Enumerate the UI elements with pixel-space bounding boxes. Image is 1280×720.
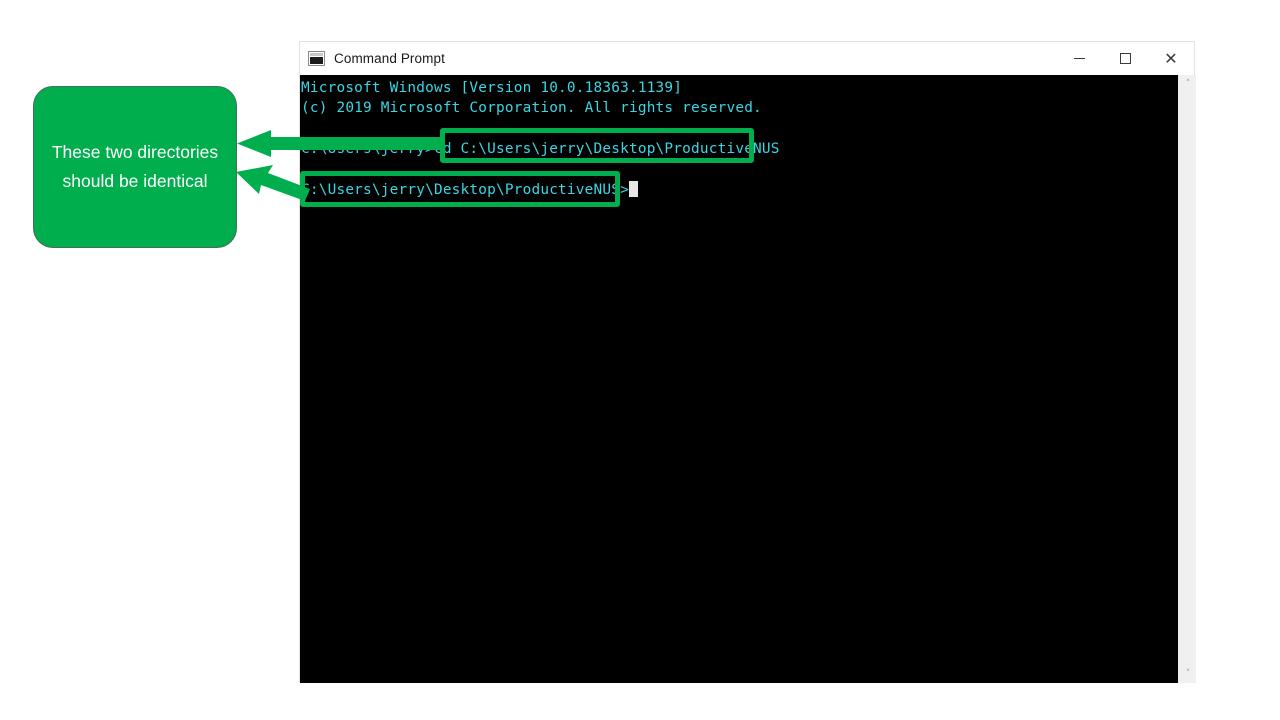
window-title: Command Prompt [334,51,445,66]
screenshot-canvas: Command Prompt ✕ Microsoft Windows [Vers… [0,0,1280,720]
close-glyph: ✕ [1164,49,1178,68]
console-scrollbar[interactable]: ˄ ˅ [1178,75,1196,683]
maximize-button[interactable] [1102,42,1148,75]
minimize-button[interactable] [1056,42,1102,75]
window-controls: ✕ [1056,42,1194,75]
annotation-callout-text: These two directories should be identica… [51,142,219,191]
console-output[interactable]: Microsoft Windows [Version 10.0.18363.11… [300,75,1178,683]
scroll-up-icon[interactable]: ˄ [1179,75,1197,93]
block-cursor [628,181,638,198]
highlight-box-command-path [440,128,754,163]
cmd-console-icon [308,51,325,66]
console-line: Microsoft Windows [Version 10.0.18363.11… [301,80,683,96]
close-icon[interactable]: ✕ [1148,42,1194,75]
scroll-down-icon[interactable]: ˅ [1179,665,1197,683]
console-line: (c) 2019 Microsoft Corporation. All righ… [301,100,762,117]
window-titlebar[interactable]: Command Prompt ✕ [300,42,1194,75]
highlight-box-resulting-prompt [300,171,620,207]
annotation-callout: These two directories should be identica… [33,86,237,248]
console-area: Microsoft Windows [Version 10.0.18363.11… [300,75,1196,683]
